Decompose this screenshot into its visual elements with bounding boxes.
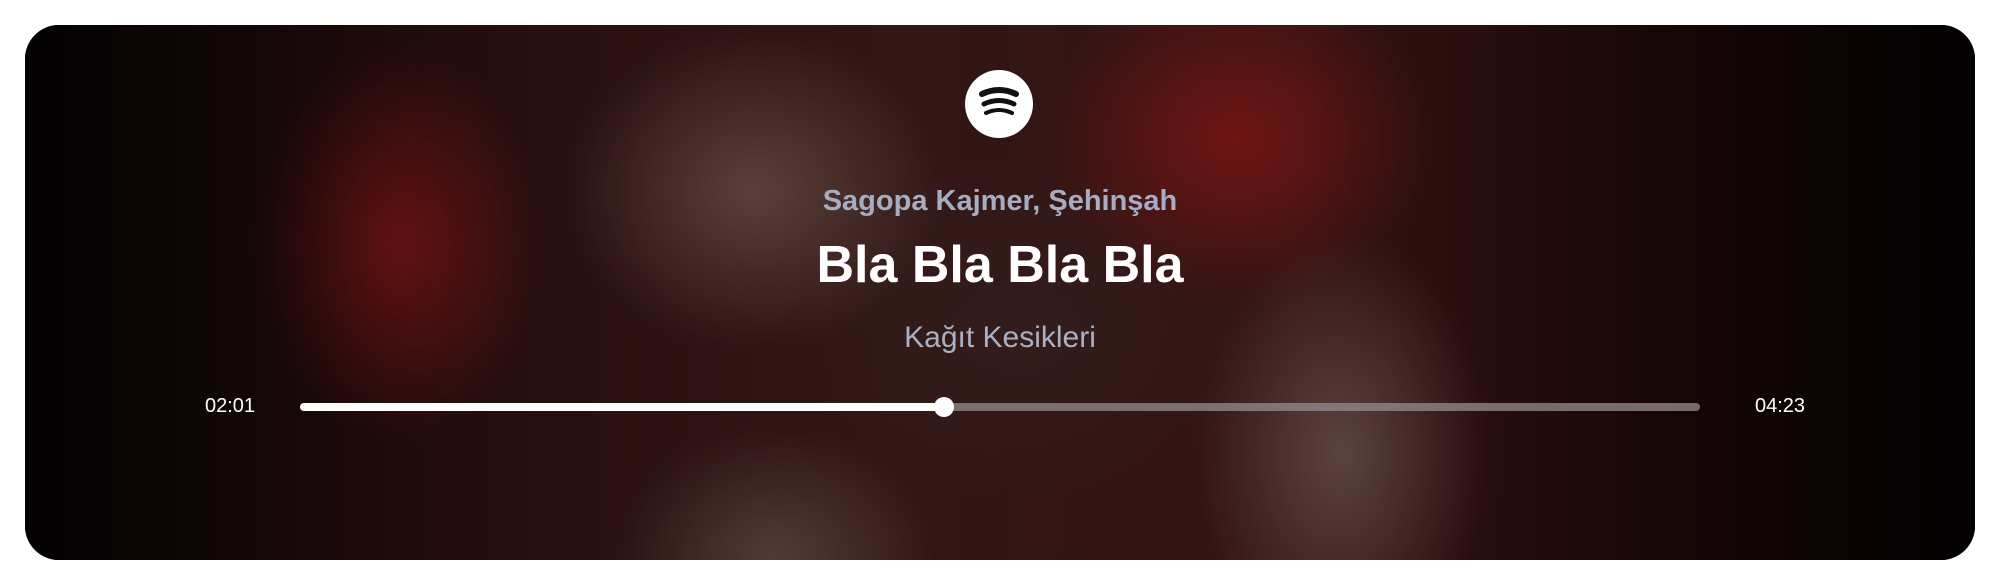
artist-name: Sagopa Kajmer, Şehinşah: [822, 185, 1178, 217]
current-time: 02:01: [205, 395, 256, 417]
track-title: Bla Bla Bla Bla: [816, 236, 1184, 294]
spotify-icon: [965, 70, 1033, 138]
album-name: Kağıt Kesikleri: [904, 321, 1096, 354]
progress-bar[interactable]: [300, 397, 1700, 417]
progress-thumb[interactable]: [934, 397, 954, 417]
total-time: 04:23: [1755, 395, 1806, 417]
progress-fill: [300, 403, 944, 411]
now-playing-card: Sagopa Kajmer, Şehinşah Bla Bla Bla Bla …: [25, 25, 1975, 560]
